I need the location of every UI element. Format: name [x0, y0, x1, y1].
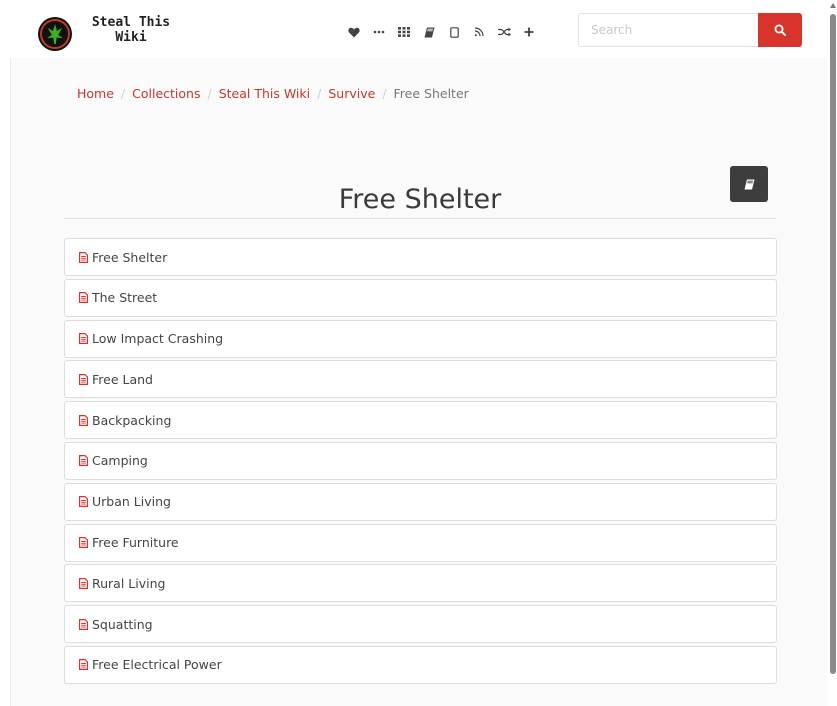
- document-icon: [79, 455, 88, 467]
- cannabis-leaf-logo[interactable]: [38, 17, 72, 51]
- grid-icon[interactable]: [393, 21, 415, 43]
- book-icon: [744, 179, 754, 189]
- plus-icon[interactable]: [518, 21, 540, 43]
- list-item-label: Backpacking: [92, 412, 172, 428]
- shuffle-icon[interactable]: [493, 21, 515, 43]
- list-item-label: Free Land: [92, 371, 153, 387]
- list-item[interactable]: Backpacking: [64, 401, 777, 440]
- list-item[interactable]: Free Land: [64, 360, 777, 399]
- list-item[interactable]: Low Impact Crashing: [64, 319, 777, 358]
- book-view-button[interactable]: [730, 166, 768, 202]
- breadcrumb-survive[interactable]: Survive: [328, 86, 375, 101]
- page-title: Free Shelter: [338, 184, 502, 216]
- search-icon: [774, 24, 786, 36]
- breadcrumb: Home / Collections / Steal This Wiki / Survive…: [77, 86, 469, 101]
- document-icon: [79, 414, 88, 426]
- book-icon[interactable]: [418, 21, 440, 43]
- document-icon: [79, 659, 88, 671]
- list-item-label: Squatting: [92, 616, 153, 632]
- list-item-label: Free Shelter: [92, 249, 168, 265]
- breadcrumb-separator: /: [207, 86, 212, 101]
- ellipsis-icon[interactable]: [368, 21, 390, 43]
- list-item[interactable]: Free Electrical Power: [64, 645, 777, 684]
- document-icon: [79, 496, 88, 508]
- document-icon: [79, 618, 88, 630]
- heart-icon[interactable]: [343, 21, 365, 43]
- breadcrumb-separator: /: [317, 86, 322, 101]
- tablet-icon[interactable]: [443, 21, 465, 43]
- brand-name[interactable]: Steal This Wiki: [86, 15, 176, 45]
- breadcrumb-separator: /: [382, 86, 387, 101]
- list-item-label: The Street: [92, 290, 158, 306]
- document-icon: [79, 292, 88, 304]
- breadcrumb-separator: /: [120, 86, 126, 101]
- vertical-scrollbar[interactable]: [829, 0, 837, 706]
- list-item-label: Free Furniture: [92, 535, 179, 551]
- title-divider: [64, 218, 776, 219]
- list-item[interactable]: Camping: [64, 441, 777, 480]
- rss-icon[interactable]: [468, 21, 490, 43]
- list-item-label: Camping: [92, 453, 148, 469]
- document-icon: [79, 537, 88, 549]
- brand[interactable]: Steal This Wiki: [38, 15, 176, 51]
- list-item-label: Rural Living: [92, 575, 166, 591]
- brand-name-line1: Steal This: [91, 15, 171, 30]
- list-item[interactable]: Free Shelter: [64, 238, 777, 276]
- list-item-label: Urban Living: [92, 494, 171, 510]
- document-icon: [79, 373, 88, 385]
- document-icon: [79, 333, 88, 345]
- list-item[interactable]: Squatting: [64, 605, 777, 644]
- navbar: Steal This Wiki: [10, 8, 826, 59]
- list-item[interactable]: Urban Living: [64, 482, 777, 521]
- search-form: [578, 13, 802, 47]
- list-item[interactable]: Rural Living: [64, 564, 777, 603]
- list-item-label: Low Impact Crashing: [92, 331, 224, 347]
- breadcrumb-steal-this-wiki[interactable]: Steal This Wiki: [219, 86, 310, 101]
- brand-name-line2: Wiki: [115, 30, 147, 45]
- browser-viewport: Steal This Wiki Search Home / Collection…: [0, 0, 837, 706]
- breadcrumb-home[interactable]: Home: [77, 86, 114, 101]
- list-item[interactable]: The Street: [64, 278, 777, 317]
- page-list: Free Shelter The Street Low Impact Crash…: [64, 238, 777, 687]
- nav-icon-bar: [343, 21, 543, 43]
- breadcrumb-current: Free Shelter: [393, 86, 469, 101]
- search-input[interactable]: [578, 13, 758, 47]
- list-item-label: Free Electrical Power: [92, 657, 222, 673]
- scroll-up-arrow-icon[interactable]: [830, 3, 836, 8]
- main-content: Home / Collections / Steal This Wiki / Survive…: [10, 58, 827, 706]
- document-icon: [79, 577, 88, 589]
- breadcrumb-collections[interactable]: Collections: [132, 86, 200, 101]
- list-item[interactable]: Free Furniture: [64, 523, 777, 562]
- search-button[interactable]: [758, 13, 802, 47]
- scroll-thumb[interactable]: [830, 14, 836, 674]
- document-icon: [79, 251, 88, 263]
